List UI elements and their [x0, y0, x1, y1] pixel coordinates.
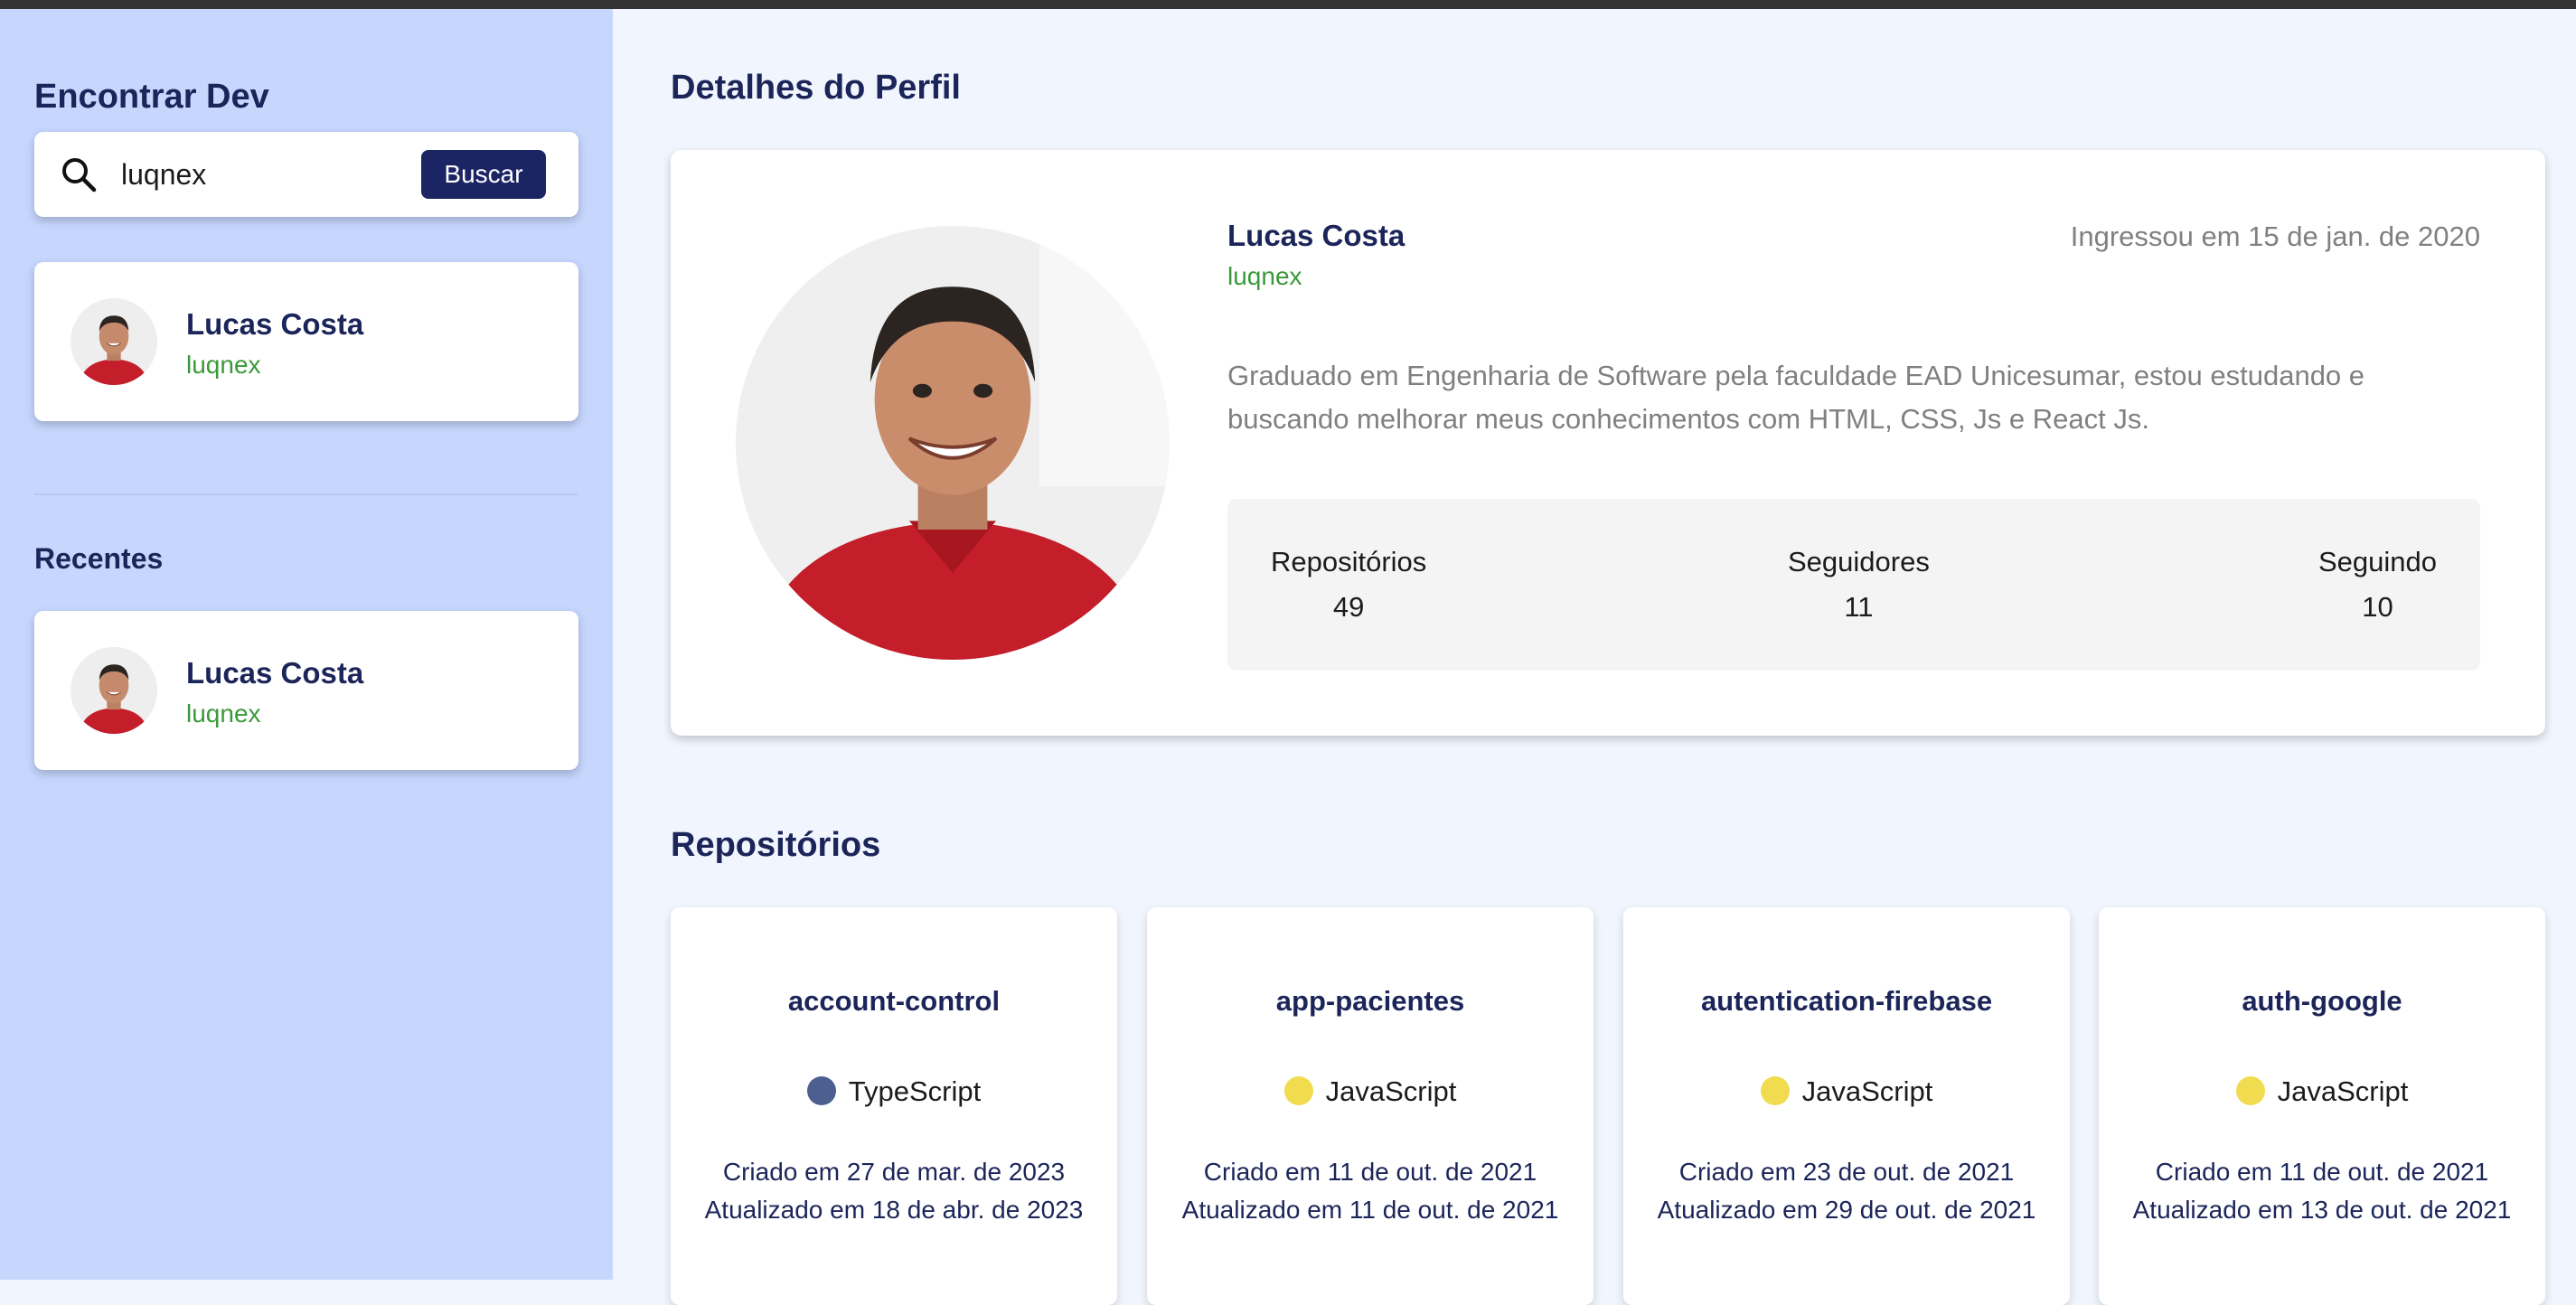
search-button[interactable]: Buscar [421, 150, 546, 199]
search-result-card[interactable]: Lucas Costa luqnex [34, 262, 578, 421]
repo-language: TypeScript [671, 1075, 1117, 1108]
stat-value: 11 [1844, 591, 1874, 623]
profile-login: luqnex [1227, 262, 1302, 290]
profile-joined-date: Ingressou em 15 de jan. de 2020 [2070, 221, 2480, 252]
repo-updated: Atualizado em 18 de abr. de 2023 [704, 1196, 1084, 1224]
profile-card: Lucas Costa luqnex Ingressou em 15 de ja… [671, 150, 2545, 736]
repo-updated: Atualizado em 11 de out. de 2021 [1181, 1196, 1559, 1224]
repo-dates: Criado em 23 de out. de 2021 Atualizado … [1650, 1153, 2043, 1229]
repo-name: app-pacientes [1275, 985, 1465, 1017]
repo-name: auth-google [2242, 985, 2402, 1017]
sidebar: Encontrar Dev Buscar Lucas Costa luqnex … [0, 9, 613, 1280]
repo-dates: Criado em 27 de mar. de 2023 Atualizado … [698, 1153, 1090, 1229]
stat-label: Seguindo [2317, 546, 2437, 577]
repo-name: autentication-firebase [1700, 985, 1993, 1017]
repo-card[interactable]: auth-google JavaScript Criado em 11 de o… [2099, 907, 2545, 1305]
stat-label: Seguidores [1788, 546, 1930, 577]
stat-followers: Seguidores 11 [1788, 546, 1930, 624]
repos-section-title: Repositórios [671, 826, 881, 864]
result-login: luqnex [186, 351, 261, 379]
repo-updated: Atualizado em 13 de out. de 2021 [2132, 1196, 2512, 1224]
repo-language-label: JavaScript [1325, 1075, 1457, 1107]
repo-card[interactable]: app-pacientes JavaScript Criado em 11 de… [1147, 907, 1594, 1305]
window-top-bar [0, 0, 2576, 9]
repo-created: Criado em 11 de out. de 2021 [1203, 1158, 1537, 1186]
repo-created: Criado em 27 de mar. de 2023 [722, 1158, 1066, 1186]
search-box: Buscar [34, 132, 578, 217]
recent-name: Lucas Costa [186, 656, 364, 690]
repo-created: Criado em 23 de out. de 2021 [1678, 1158, 2015, 1186]
repo-name: account-control [787, 985, 1001, 1017]
avatar [71, 298, 157, 385]
repo-language-label: JavaScript [2277, 1075, 2409, 1107]
profile-avatar [736, 226, 1170, 660]
repo-dates: Criado em 11 de out. de 2021 Atualizado … [2126, 1153, 2518, 1229]
language-dot-icon [1283, 1076, 1313, 1105]
language-dot-icon [806, 1076, 836, 1105]
profile-bio: Graduado em Engenharia de Software pela … [1227, 360, 2365, 435]
repo-language: JavaScript [1623, 1075, 2070, 1108]
search-icon [62, 158, 97, 192]
stat-repositories: Repositórios 49 [1271, 546, 1426, 624]
repo-language: JavaScript [1147, 1075, 1594, 1108]
recent-login: luqnex [186, 699, 261, 728]
avatar [71, 647, 157, 734]
repo-dates: Criado em 11 de out. de 2021 Atualizado … [1174, 1153, 1566, 1229]
recent-card[interactable]: Lucas Costa luqnex [34, 611, 578, 770]
search-input[interactable] [121, 152, 428, 197]
repo-card[interactable]: account-control TypeScript Criado em 27 … [671, 907, 1117, 1305]
result-name: Lucas Costa [186, 307, 364, 341]
profile-stats: Repositórios 49 Seguidores 11 Seguindo 1… [1227, 499, 2480, 671]
profile-section-title: Detalhes do Perfil [671, 69, 961, 107]
repo-created: Criado em 11 de out. de 2021 [2155, 1158, 2489, 1186]
profile-name: Lucas Costa [1227, 219, 1406, 252]
sidebar-title: Encontrar Dev [34, 78, 269, 116]
repo-language: JavaScript [2099, 1075, 2545, 1108]
stat-label: Repositórios [1271, 546, 1427, 577]
repo-card[interactable]: autentication-firebase JavaScript Criado… [1623, 907, 2070, 1305]
stat-following: Seguindo 10 [2318, 546, 2437, 624]
repo-updated: Atualizado em 29 de out. de 2021 [1657, 1196, 2036, 1224]
stat-value: 49 [1332, 591, 1365, 623]
repo-language-label: JavaScript [1801, 1075, 1933, 1107]
repo-language-label: TypeScript [848, 1075, 982, 1107]
language-dot-icon [1760, 1076, 1790, 1105]
recent-title: Recentes [34, 542, 164, 575]
stat-value: 10 [2362, 591, 2393, 623]
sidebar-divider [34, 493, 578, 495]
language-dot-icon [2235, 1076, 2265, 1105]
